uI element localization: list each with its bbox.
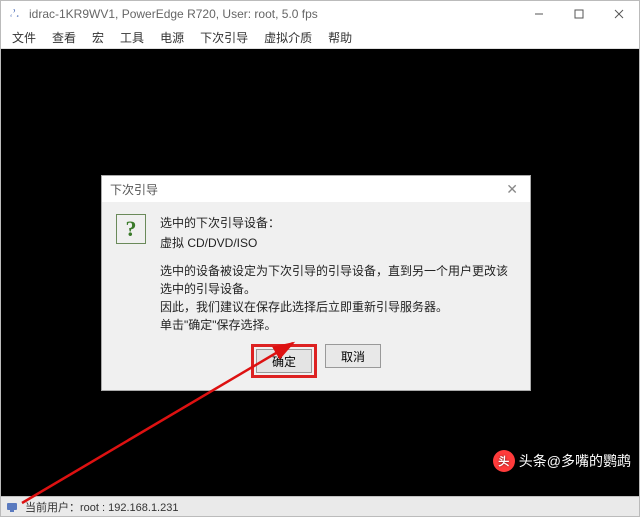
close-button[interactable] — [599, 1, 639, 27]
dialog-line-2: 因此，我们建议在保存此选择后立即重新引导服务器。 — [160, 298, 516, 316]
menu-help[interactable]: 帮助 — [321, 27, 359, 48]
menu-view[interactable]: 查看 — [45, 27, 83, 48]
ok-highlight: 确定 — [251, 344, 317, 378]
menu-tools[interactable]: 工具 — [113, 27, 151, 48]
dialog-line-3: 单击"确定"保存选择。 — [160, 316, 516, 334]
status-icon — [5, 500, 19, 514]
cancel-button[interactable]: 取消 — [325, 344, 381, 368]
watermark-logo-icon: 头 — [493, 450, 515, 472]
menu-power[interactable]: 电源 — [153, 27, 191, 48]
dialog-text: 选中的下次引导设备： 虚拟 CD/DVD/ISO 选中的设备被设定为下次引导的引… — [160, 214, 516, 334]
dialog-line-1: 选中的设备被设定为下次引导的引导设备，直到另一个用户更改该选中的引导设备。 — [160, 262, 516, 298]
next-boot-dialog: 下次引导 ✕ ? 选中的下次引导设备： 虚拟 CD/DVD/ISO 选中的设备被… — [101, 175, 531, 391]
menu-macro[interactable]: 宏 — [85, 27, 111, 48]
watermark-text: 头条@多嘴的鹦鹉 — [519, 451, 631, 471]
minimize-button[interactable] — [519, 1, 559, 27]
ok-button[interactable]: 确定 — [256, 349, 312, 373]
menu-virtual-media[interactable]: 虚拟介质 — [257, 27, 319, 48]
status-text: 当前用户：root : 192.168.1.231 — [25, 499, 178, 515]
window-controls — [519, 1, 639, 27]
window-title: idrac-1KR9WV1, PowerEdge R720, User: roo… — [29, 7, 519, 21]
maximize-button[interactable] — [559, 1, 599, 27]
remote-screen[interactable]: 下次引导 ✕ ? 选中的下次引导设备： 虚拟 CD/DVD/ISO 选中的设备被… — [1, 49, 639, 496]
window-titlebar: idrac-1KR9WV1, PowerEdge R720, User: roo… — [1, 1, 639, 27]
dialog-heading: 选中的下次引导设备： — [160, 214, 516, 232]
menubar: 文件 查看 宏 工具 电源 下次引导 虚拟介质 帮助 — [1, 27, 639, 49]
statusbar: 当前用户：root : 192.168.1.231 — [1, 496, 639, 516]
dialog-device: 虚拟 CD/DVD/ISO — [160, 234, 516, 252]
dialog-titlebar: 下次引导 ✕ — [102, 176, 530, 202]
dialog-close-icon[interactable]: ✕ — [502, 181, 522, 198]
menu-next-boot[interactable]: 下次引导 — [193, 27, 255, 48]
dialog-title: 下次引导 — [110, 181, 502, 198]
dialog-buttons: 确定 取消 — [116, 344, 516, 382]
question-icon: ? — [116, 214, 146, 244]
dialog-body: ? 选中的下次引导设备： 虚拟 CD/DVD/ISO 选中的设备被设定为下次引导… — [102, 202, 530, 390]
java-icon — [7, 6, 23, 22]
watermark: 头 头条@多嘴的鹦鹉 — [493, 450, 631, 472]
main-window: idrac-1KR9WV1, PowerEdge R720, User: roo… — [0, 0, 640, 517]
menu-file[interactable]: 文件 — [5, 27, 43, 48]
